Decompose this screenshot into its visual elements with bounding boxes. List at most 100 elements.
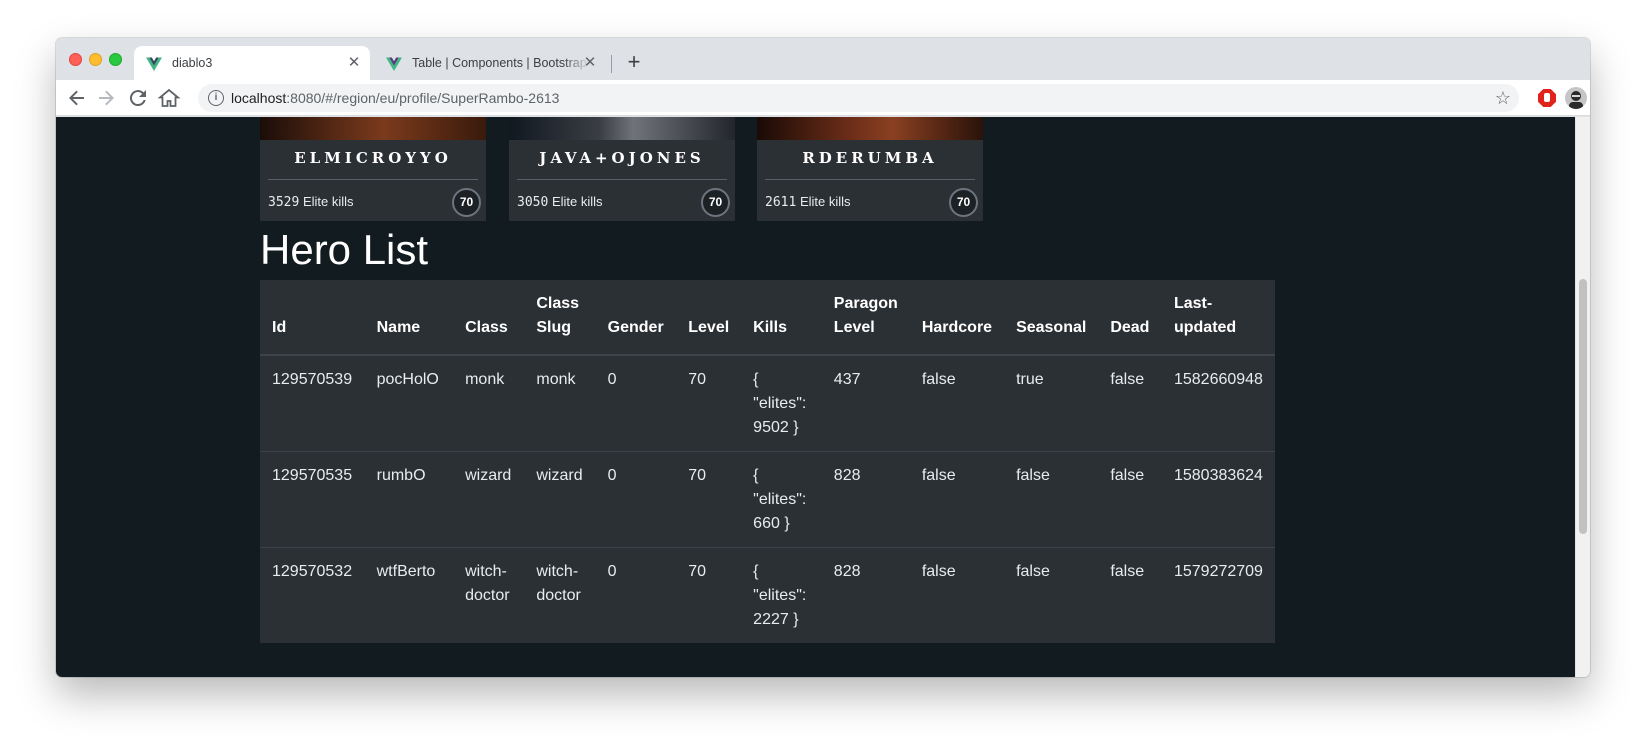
- cell-name: rumbO: [364, 451, 454, 548]
- col-header-paragon-level: Paragon Level: [821, 280, 910, 356]
- elite-kills-label: Elite kills: [551, 194, 603, 209]
- vue-logo-icon: [146, 57, 162, 71]
- cell-class: wizard: [453, 451, 525, 548]
- cell-name: wtfBerto: [364, 547, 454, 643]
- page-scrollbar[interactable]: [1575, 117, 1590, 677]
- cell-gender: 0: [595, 354, 677, 452]
- browser-toolbar: i localhost:8080/#/region/eu/profile/Sup…: [56, 80, 1590, 116]
- tab-strip: diablo3 ✕ Table | Components | Bootstrap…: [56, 38, 1590, 80]
- close-tab-icon[interactable]: ✕: [346, 55, 362, 71]
- elite-kills-count: 3529: [268, 195, 300, 210]
- hero-name: RDERUMBA: [802, 149, 938, 167]
- col-header-seasonal: Seasonal: [1004, 280, 1099, 356]
- elite-kills: 2611 Elite kills: [765, 194, 851, 210]
- col-header-name: Name: [364, 280, 454, 356]
- cell-paragon-level: 828: [821, 451, 910, 548]
- hero-portrait: [509, 117, 735, 140]
- cell-kills: { "elites": 660 }: [741, 451, 822, 548]
- cell-last-updated: 1579272709: [1161, 547, 1275, 643]
- cell-id: 129570539: [260, 354, 365, 452]
- cell-hardcore: false: [909, 451, 1005, 548]
- table-header-row: Id Name Class Class Slug Gender Level Ki…: [260, 280, 1275, 356]
- col-header-dead: Dead: [1098, 280, 1162, 356]
- hero-level-badge: 70: [452, 188, 481, 217]
- home-icon[interactable]: [157, 86, 181, 110]
- elite-kills: 3529 Elite kills: [268, 194, 354, 210]
- tab-diablo3[interactable]: diablo3 ✕: [134, 46, 370, 80]
- cell-kills: { "elites": 9502 }: [741, 354, 822, 452]
- elite-kills-count: 3050: [517, 195, 549, 210]
- cell-level: 70: [676, 354, 742, 452]
- url-host: localhost: [231, 90, 287, 106]
- cell-kills: { "elites": 2227 }: [741, 547, 822, 643]
- cell-level: 70: [676, 547, 742, 643]
- forward-arrow-icon[interactable]: [94, 86, 118, 110]
- col-header-id: Id: [260, 280, 365, 356]
- reload-icon[interactable]: [126, 86, 150, 110]
- cell-hardcore: false: [909, 354, 1005, 452]
- adblock-extension-icon[interactable]: [1538, 89, 1556, 107]
- cell-class-slug: wizard: [524, 451, 596, 548]
- profile-avatar[interactable]: [1565, 87, 1587, 109]
- bookmark-star-icon[interactable]: ☆: [1495, 87, 1511, 109]
- cell-dead: false: [1098, 547, 1162, 643]
- cell-class-slug: monk: [524, 354, 596, 452]
- cell-name: pocHolO: [364, 354, 454, 452]
- elite-kills-label: Elite kills: [799, 194, 851, 209]
- cell-dead: false: [1098, 354, 1162, 452]
- user-avatar-icon: [1569, 91, 1583, 109]
- hero-card[interactable]: ELMICROYYO 3529 Elite kills 70: [260, 117, 486, 221]
- elite-kills: 3050 Elite kills: [517, 194, 603, 210]
- tab-separator: [611, 55, 612, 73]
- elite-kills-label: Elite kills: [302, 194, 354, 209]
- hero-card[interactable]: JAVA+OJONES 3050 Elite kills 70: [509, 117, 735, 221]
- url-text: localhost:8080/#/region/eu/profile/Super…: [231, 90, 559, 106]
- minimize-window-button[interactable]: [89, 53, 102, 66]
- tab-bootstrap-table[interactable]: Table | Components | Bootstrap ✕: [374, 46, 606, 80]
- site-info-icon[interactable]: i: [208, 90, 224, 106]
- table-row[interactable]: 129570539 pocHolO monk monk 0 70 { "elit…: [260, 354, 1275, 452]
- hero-level-badge: 70: [701, 188, 730, 217]
- cell-hardcore: false: [909, 547, 1005, 643]
- cell-class: witch-doctor: [453, 547, 525, 643]
- cell-class: monk: [453, 354, 525, 452]
- zoom-window-button[interactable]: [109, 53, 122, 66]
- hero-list-table: Id Name Class Class Slug Gender Level Ki…: [260, 280, 1275, 643]
- close-window-button[interactable]: [69, 53, 82, 66]
- hero-list-title: Hero List: [260, 226, 429, 273]
- address-bar[interactable]: i localhost:8080/#/region/eu/profile/Sup…: [198, 84, 1519, 112]
- col-header-level: Level: [676, 280, 742, 356]
- elite-kills-count: 2611: [765, 195, 797, 210]
- cell-seasonal: false: [1004, 451, 1099, 548]
- browser-window: diablo3 ✕ Table | Components | Bootstrap…: [56, 38, 1590, 677]
- cell-paragon-level: 437: [821, 354, 910, 452]
- card-divider: [765, 179, 975, 180]
- hero-portrait: [260, 117, 486, 140]
- cell-gender: 0: [595, 451, 677, 548]
- cell-dead: false: [1098, 451, 1162, 548]
- col-header-kills: Kills: [741, 280, 822, 356]
- tab-title: diablo3: [172, 56, 213, 70]
- back-arrow-icon[interactable]: [65, 86, 89, 110]
- col-header-gender: Gender: [595, 280, 677, 356]
- scrollbar-thumb[interactable]: [1579, 279, 1587, 534]
- page-viewport: ELMICROYYO 3529 Elite kills 70 JAVA+OJON…: [56, 117, 1575, 677]
- cell-last-updated: 1582660948: [1161, 354, 1275, 452]
- hero-name: JAVA+OJONES: [539, 149, 705, 167]
- new-tab-button[interactable]: +: [621, 50, 647, 76]
- cell-id: 129570532: [260, 547, 365, 643]
- url-path: :8080/#/region/eu/profile/SuperRambo-261…: [286, 90, 560, 106]
- hero-portrait: [757, 117, 983, 140]
- card-divider: [517, 179, 727, 180]
- cell-level: 70: [676, 451, 742, 548]
- table-row[interactable]: 129570532 wtfBerto witch-doctor witch-do…: [260, 547, 1275, 643]
- card-divider: [268, 179, 478, 180]
- hero-name: ELMICROYYO: [294, 149, 452, 167]
- close-tab-icon[interactable]: ✕: [582, 55, 598, 71]
- bootstrap-vue-logo-icon: [386, 57, 402, 71]
- cell-seasonal: true: [1004, 354, 1099, 452]
- col-header-hardcore: Hardcore: [909, 280, 1005, 356]
- hero-card[interactable]: RDERUMBA 2611 Elite kills 70: [757, 117, 983, 221]
- table-row[interactable]: 129570535 rumbO wizard wizard 0 70 { "el…: [260, 451, 1275, 548]
- col-header-class-slug: Class Slug: [524, 280, 596, 356]
